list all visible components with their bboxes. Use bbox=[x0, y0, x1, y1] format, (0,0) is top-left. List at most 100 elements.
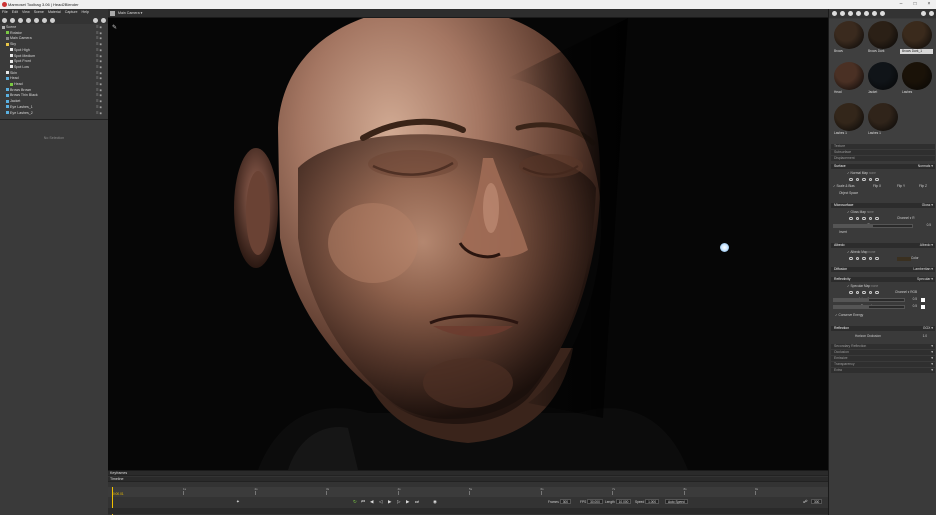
texture-section[interactable]: Texture bbox=[831, 144, 935, 149]
gloss-channel-select[interactable]: Channel ▾ R bbox=[897, 216, 935, 221]
normal-map-row[interactable]: ✓ Normal Map none bbox=[847, 171, 936, 176]
material-thumbnail[interactable]: Lashes 1 bbox=[832, 103, 865, 137]
add-shadow-catcher-icon[interactable] bbox=[34, 17, 39, 23]
duplicate-icon[interactable] bbox=[93, 17, 98, 23]
diffusion-section[interactable]: Diffusion Lambertian ▾ bbox=[831, 267, 935, 272]
maximize-icon[interactable]: □ bbox=[908, 0, 922, 9]
microsurface-section[interactable]: Microsurface Gloss ▾ bbox=[831, 203, 935, 208]
end-frame-field[interactable]: 300 bbox=[811, 499, 823, 504]
help-icon[interactable] bbox=[929, 11, 934, 16]
specular-channel-select[interactable]: Channel ▾ RGB bbox=[895, 290, 935, 295]
menu-view[interactable]: View bbox=[22, 9, 30, 16]
settings-icon[interactable] bbox=[921, 11, 926, 16]
step-back-icon[interactable]: ◁ bbox=[379, 498, 382, 505]
material-thumbnail[interactable]: Jacket bbox=[866, 62, 899, 96]
delete-icon[interactable] bbox=[101, 17, 106, 23]
gloss-map-row[interactable]: ✓ Gloss Map none bbox=[847, 210, 936, 215]
object-space-row[interactable]: Object Space bbox=[839, 191, 936, 196]
albedo-color-swatch[interactable] bbox=[897, 256, 911, 261]
folder-icon[interactable] bbox=[856, 11, 861, 16]
timeline-tab[interactable]: Timeline bbox=[110, 477, 123, 482]
reflectivity-section[interactable]: Reflectivity Specular ▾ bbox=[831, 277, 935, 282]
camera-dropdown[interactable]: Main Camera ▾ bbox=[118, 10, 142, 17]
timeline-scrollbar[interactable] bbox=[108, 508, 828, 514]
menu-file[interactable]: File bbox=[2, 9, 8, 16]
material-thumbnail[interactable]: Lashes bbox=[900, 62, 933, 96]
albedo-map-tools[interactable] bbox=[849, 256, 879, 261]
viewport-menu-icon[interactable] bbox=[110, 11, 115, 16]
secondary-reflection-section[interactable]: Secondary Reflection ▾ bbox=[831, 344, 935, 349]
speed-field[interactable]: Speed 1.000 bbox=[635, 499, 660, 504]
material-library-icon[interactable] bbox=[840, 11, 845, 16]
intensity-value[interactable]: 0.5 bbox=[905, 297, 919, 302]
prev-key-icon[interactable]: ◀ bbox=[370, 498, 373, 505]
duplicate-material-icon[interactable] bbox=[872, 11, 877, 16]
last-frame-icon[interactable]: ⏭ bbox=[415, 498, 419, 505]
specular-map-tools[interactable] bbox=[849, 290, 879, 295]
transparency-section[interactable]: Transparency ▾ bbox=[831, 362, 935, 367]
material-thumbnail[interactable]: Head bbox=[832, 62, 865, 96]
loop-icon[interactable]: ↻ bbox=[353, 498, 357, 505]
new-material-icon[interactable] bbox=[832, 11, 837, 16]
menu-capture[interactable]: Capture bbox=[65, 9, 78, 16]
viewport[interactable]: ✎ bbox=[108, 18, 828, 470]
intensity-color-swatch[interactable] bbox=[921, 297, 925, 302]
subsurface-section[interactable]: Subsurface bbox=[831, 150, 935, 155]
extra-section[interactable]: Extra ▾ bbox=[831, 368, 935, 373]
scale-bias-row[interactable]: ✓ Scale & Bias Flip X Flip Y Flip Z bbox=[833, 184, 933, 189]
albedo-map-row[interactable]: ✓ Albedo Map none bbox=[847, 250, 936, 255]
keyframes-tab[interactable]: Keyframes bbox=[110, 471, 127, 476]
menu-material[interactable]: Material bbox=[48, 9, 61, 16]
add-turntable-icon[interactable] bbox=[42, 17, 47, 23]
first-frame-icon[interactable]: ⏮ bbox=[361, 498, 365, 505]
normal-map-tools[interactable] bbox=[849, 177, 879, 182]
visibility-toggle-icon[interactable]: ☰ ◉ bbox=[96, 111, 102, 117]
save-material-icon[interactable] bbox=[864, 11, 869, 16]
fresnel-slider[interactable] bbox=[833, 304, 905, 309]
fresnel-color-swatch[interactable] bbox=[921, 304, 925, 309]
transform-tool-icon[interactable]: ✎ bbox=[112, 24, 117, 31]
displacement-section[interactable]: Displacement bbox=[831, 156, 935, 161]
timeline-ruler[interactable]: 1s 2s 3s 4s 5s 6s 7s 8s 9s bbox=[108, 487, 828, 497]
menu-help[interactable]: Help bbox=[82, 9, 89, 16]
keyframes-bar[interactable]: Keyframes bbox=[108, 471, 828, 476]
step-forward-icon[interactable]: ▷ bbox=[397, 498, 400, 505]
delete-material-icon[interactable] bbox=[880, 11, 885, 16]
minimize-icon[interactable]: – bbox=[894, 0, 908, 9]
play-icon[interactable]: ▶ bbox=[388, 498, 391, 505]
link-icon[interactable]: ☍ bbox=[803, 498, 808, 505]
pick-material-icon[interactable] bbox=[848, 11, 853, 16]
material-thumbnail[interactable]: Brows Dark_1 bbox=[900, 21, 933, 55]
add-group-icon[interactable] bbox=[26, 17, 31, 23]
conserve-energy-row[interactable]: ✓ Conserve Energy bbox=[835, 313, 935, 318]
intensity-slider[interactable] bbox=[833, 297, 905, 302]
horizon-occlusion-value[interactable]: 1.0 bbox=[909, 334, 929, 339]
material-thumbnail[interactable]: Brows Dark bbox=[866, 21, 899, 55]
close-icon[interactable]: × bbox=[922, 0, 936, 9]
material-thumbnail[interactable]: Lashes 1 bbox=[866, 103, 899, 137]
specular-map-row[interactable]: ✓ Specular Map none bbox=[847, 284, 936, 289]
light-gizmo-icon[interactable] bbox=[720, 243, 729, 252]
add-light-icon[interactable] bbox=[10, 17, 15, 23]
add-sky-icon[interactable] bbox=[50, 17, 55, 23]
albedo-section[interactable]: Albedo Albedo ▾ bbox=[831, 243, 935, 248]
fresnel-value[interactable]: 0.5 bbox=[905, 304, 919, 309]
menu-edit[interactable]: Edit bbox=[12, 9, 18, 16]
gloss-map-tools[interactable] bbox=[849, 216, 879, 221]
snap-icon[interactable]: ✦ bbox=[236, 498, 240, 505]
surface-section[interactable]: Surface Normals ▾ bbox=[831, 164, 935, 169]
emissive-section[interactable]: Emissive ▾ bbox=[831, 356, 935, 361]
add-camera-icon[interactable] bbox=[18, 17, 23, 23]
fps-field[interactable]: FPS 30.000 bbox=[580, 499, 603, 504]
record-icon[interactable]: ◉ bbox=[433, 498, 437, 505]
material-thumbnail[interactable]: Brows bbox=[832, 21, 865, 55]
timeline-bar[interactable]: Timeline bbox=[108, 477, 828, 482]
length-field[interactable]: Length 10.000 bbox=[605, 499, 632, 504]
menu-scene[interactable]: Scene bbox=[34, 9, 44, 16]
reflection-section[interactable]: Reflection GGX ▾ bbox=[831, 326, 935, 331]
auto-speed-button[interactable]: Auto Speed bbox=[665, 499, 688, 504]
scene-item[interactable]: Eye Lashes_2 ☰ ◉ bbox=[0, 111, 108, 117]
occlusion-section[interactable]: Occlusion ▾ bbox=[831, 350, 935, 355]
gloss-value[interactable]: 0.5 bbox=[915, 223, 933, 228]
frames-field[interactable]: Frames 300 bbox=[548, 499, 572, 504]
